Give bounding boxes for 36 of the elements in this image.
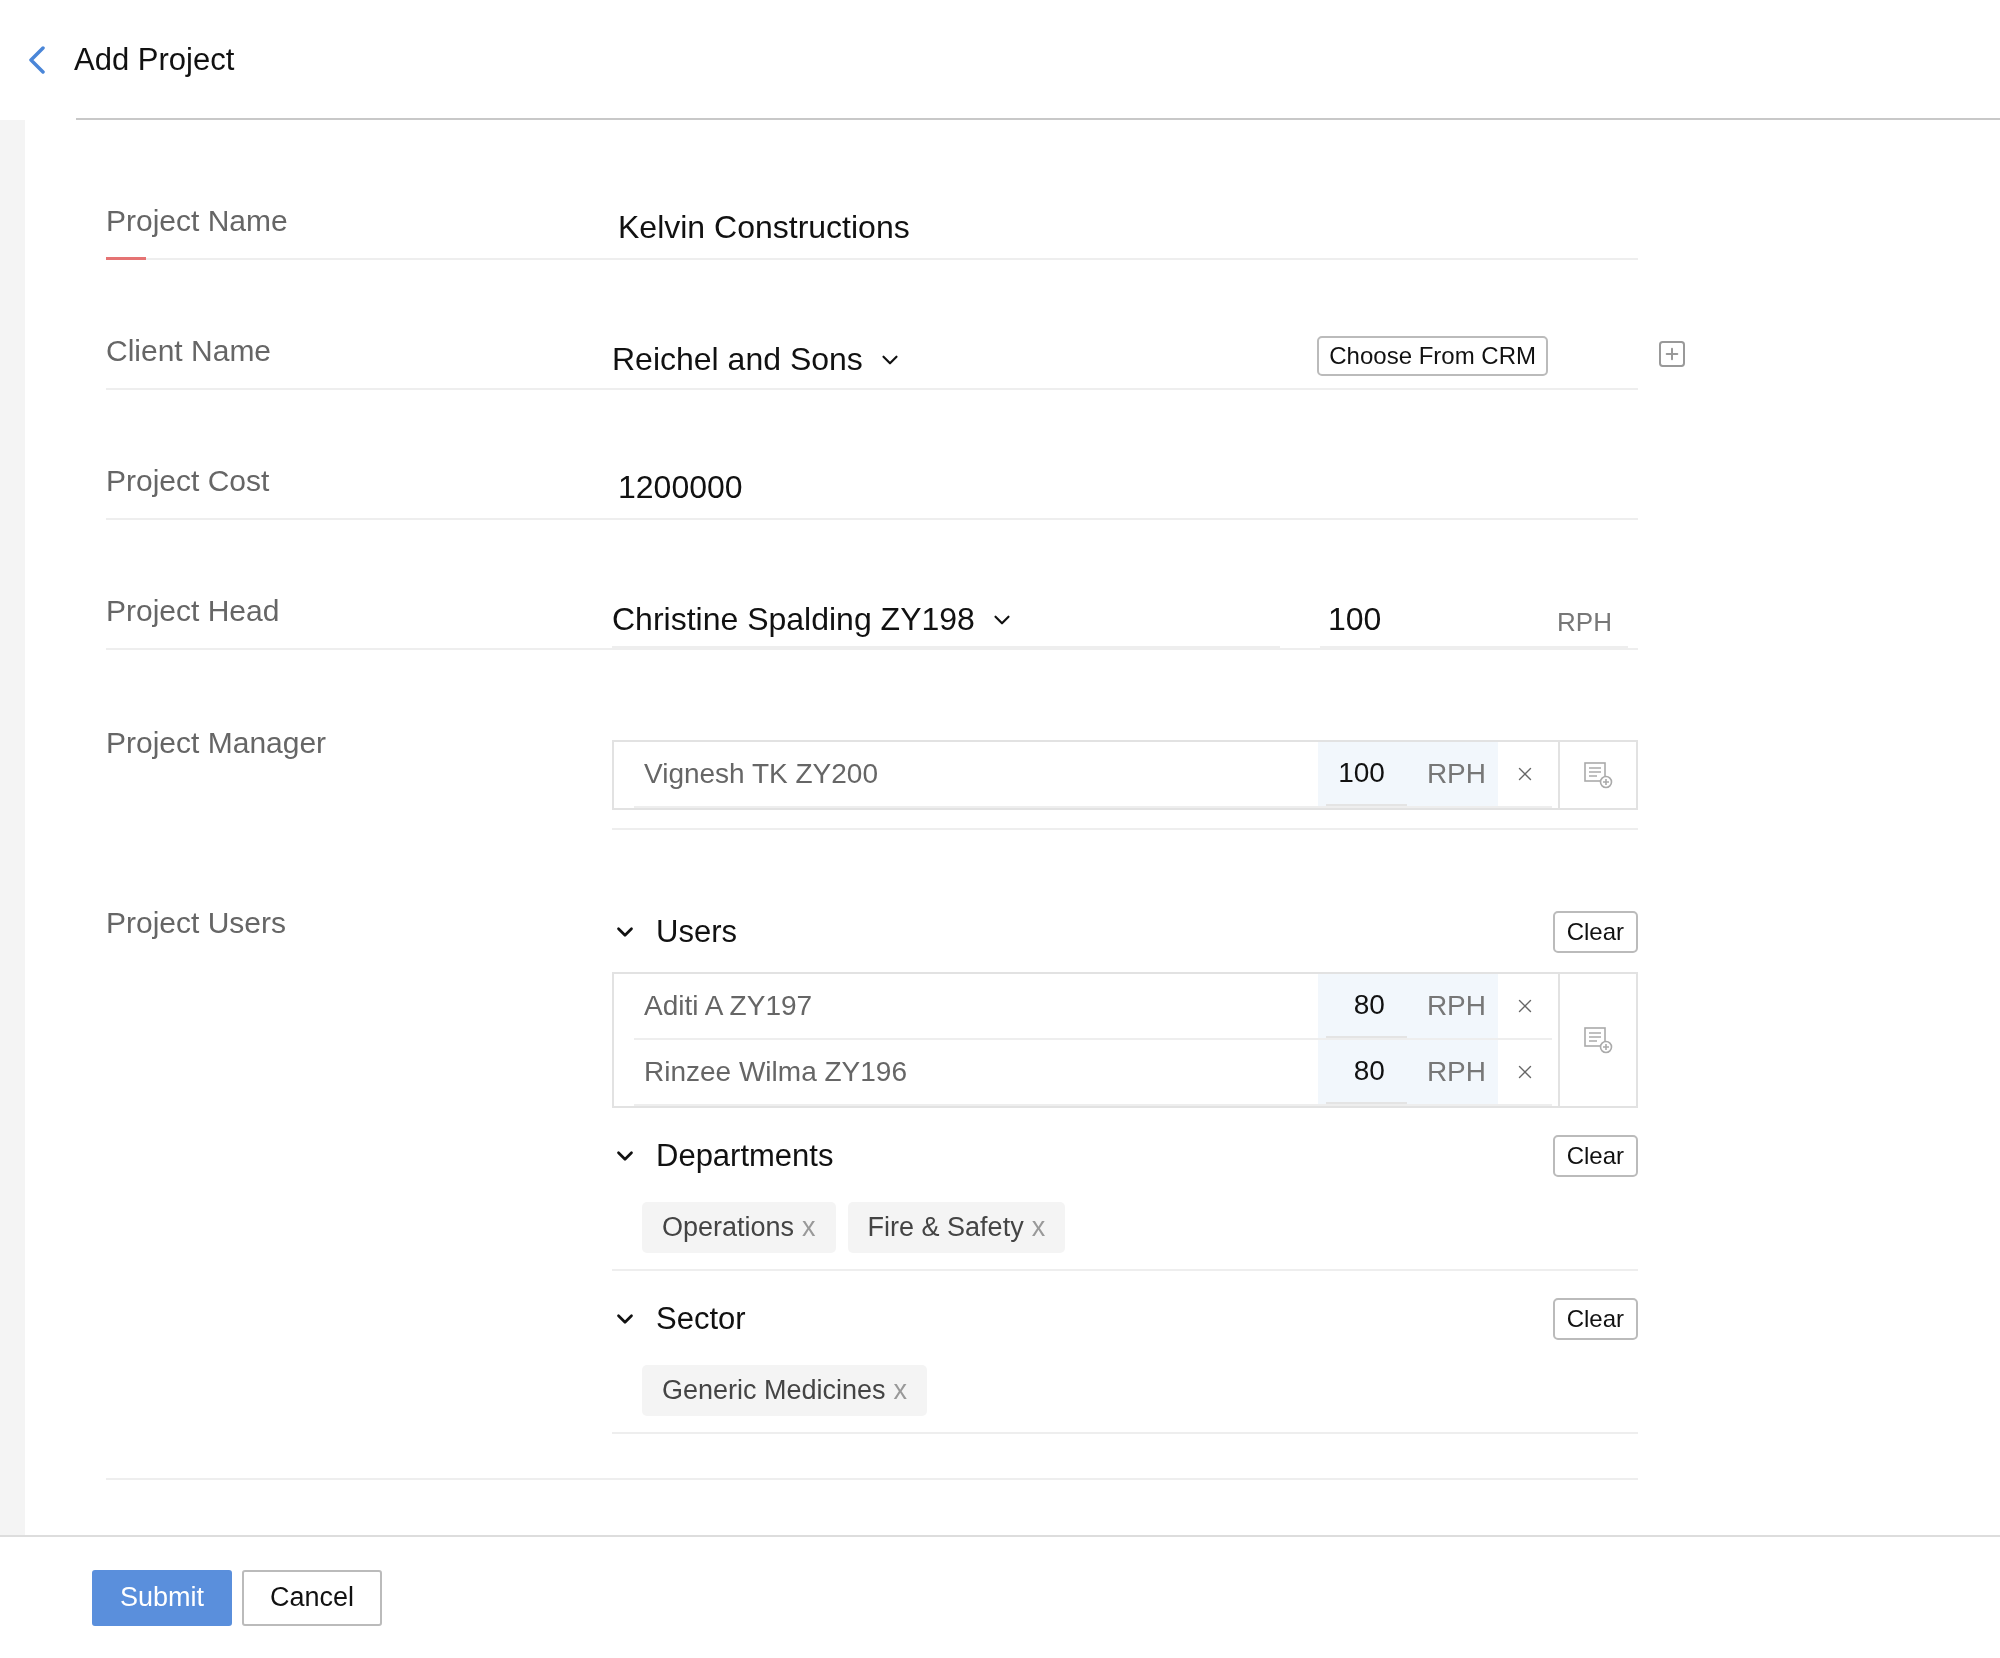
person-name: Aditi A ZY197 (643, 990, 814, 1022)
back-icon[interactable] (28, 46, 46, 74)
add-icon[interactable] (1656, 338, 1688, 370)
rate-field[interactable]: 100 (1320, 601, 1558, 638)
focus-underline (106, 257, 146, 260)
person-name: Rinzee Wilma ZY196 (643, 1056, 908, 1088)
clear-button[interactable]: Clear (1552, 1298, 1638, 1340)
text-field[interactable]: 1200000 (612, 469, 743, 508)
rate-unit: RPH (1426, 1056, 1486, 1088)
head-select[interactable]: Christine Spalding ZY198 (612, 601, 1015, 638)
field-label: Project Name (106, 204, 612, 258)
group-toggle[interactable]: Sector (612, 1301, 746, 1337)
choose-crm-button[interactable]: Choose From CRM (1317, 336, 1548, 376)
rate-unit: RPH (1426, 990, 1486, 1022)
clear-button[interactable]: Clear (1552, 911, 1638, 953)
rate-field[interactable]: 100 (1326, 742, 1407, 806)
cancel-button[interactable]: Cancel (242, 1569, 383, 1626)
field-label: Client Name (106, 334, 273, 369)
tag-label: Operations (662, 1212, 795, 1243)
group-toggle[interactable]: Users (612, 914, 737, 950)
tag-label: Fire & Safety (867, 1212, 1024, 1243)
field-label: Project Head (106, 594, 281, 629)
clear-button[interactable]: Clear (1552, 1135, 1638, 1177)
rate-unit: RPH (1426, 758, 1486, 790)
person-name: Vignesh TK ZY200 (643, 758, 879, 790)
field-label: Project Users (106, 905, 288, 941)
page-title: Add Project (74, 42, 235, 78)
text-field[interactable]: Kelvin Constructions (612, 209, 910, 248)
field-label: Project Cost (106, 464, 271, 499)
rate-field[interactable]: 80 (1326, 1040, 1407, 1104)
field-label: Project Manager (106, 725, 328, 761)
group-toggle[interactable]: Departments (612, 1138, 834, 1174)
rate-field[interactable]: 80 (1326, 974, 1407, 1038)
client-select[interactable]: Reichel and Sons (612, 341, 903, 378)
rate-unit: RPH (1557, 607, 1613, 638)
tag-label: Generic Medicines (662, 1375, 886, 1406)
